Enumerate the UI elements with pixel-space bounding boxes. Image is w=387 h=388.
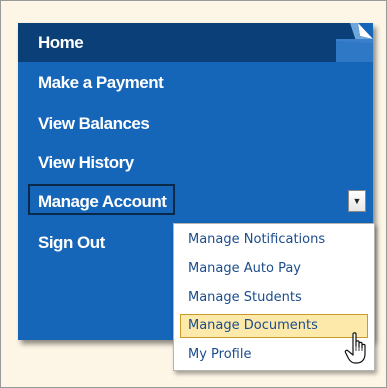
page-fold-corner — [336, 23, 373, 62]
nav-manage-account[interactable]: Manage Account — [38, 193, 167, 210]
dropdown-toggle-button[interactable]: ▼ — [348, 190, 366, 212]
menu-item-manage-auto-pay[interactable]: Manage Auto Pay — [180, 257, 368, 281]
screenshot-frame: Home Make a Payment View Balances View H… — [0, 0, 387, 388]
nav-sign-out[interactable]: Sign Out — [38, 234, 105, 251]
menu-item-manage-students[interactable]: Manage Students — [180, 286, 368, 310]
menu-item-manage-notifications[interactable]: Manage Notifications — [180, 228, 368, 252]
triangle-down-icon: ▼ — [352, 196, 362, 206]
menu-item-manage-documents[interactable]: Manage Documents — [180, 314, 368, 338]
nav-home[interactable]: Home — [38, 34, 84, 51]
hand-pointer-icon — [344, 332, 366, 364]
nav-view-balances[interactable]: View Balances — [38, 115, 150, 132]
nav-view-history[interactable]: View History — [38, 154, 134, 171]
nav-make-a-payment[interactable]: Make a Payment — [38, 74, 164, 91]
menu-item-my-profile[interactable]: My Profile — [180, 343, 368, 367]
